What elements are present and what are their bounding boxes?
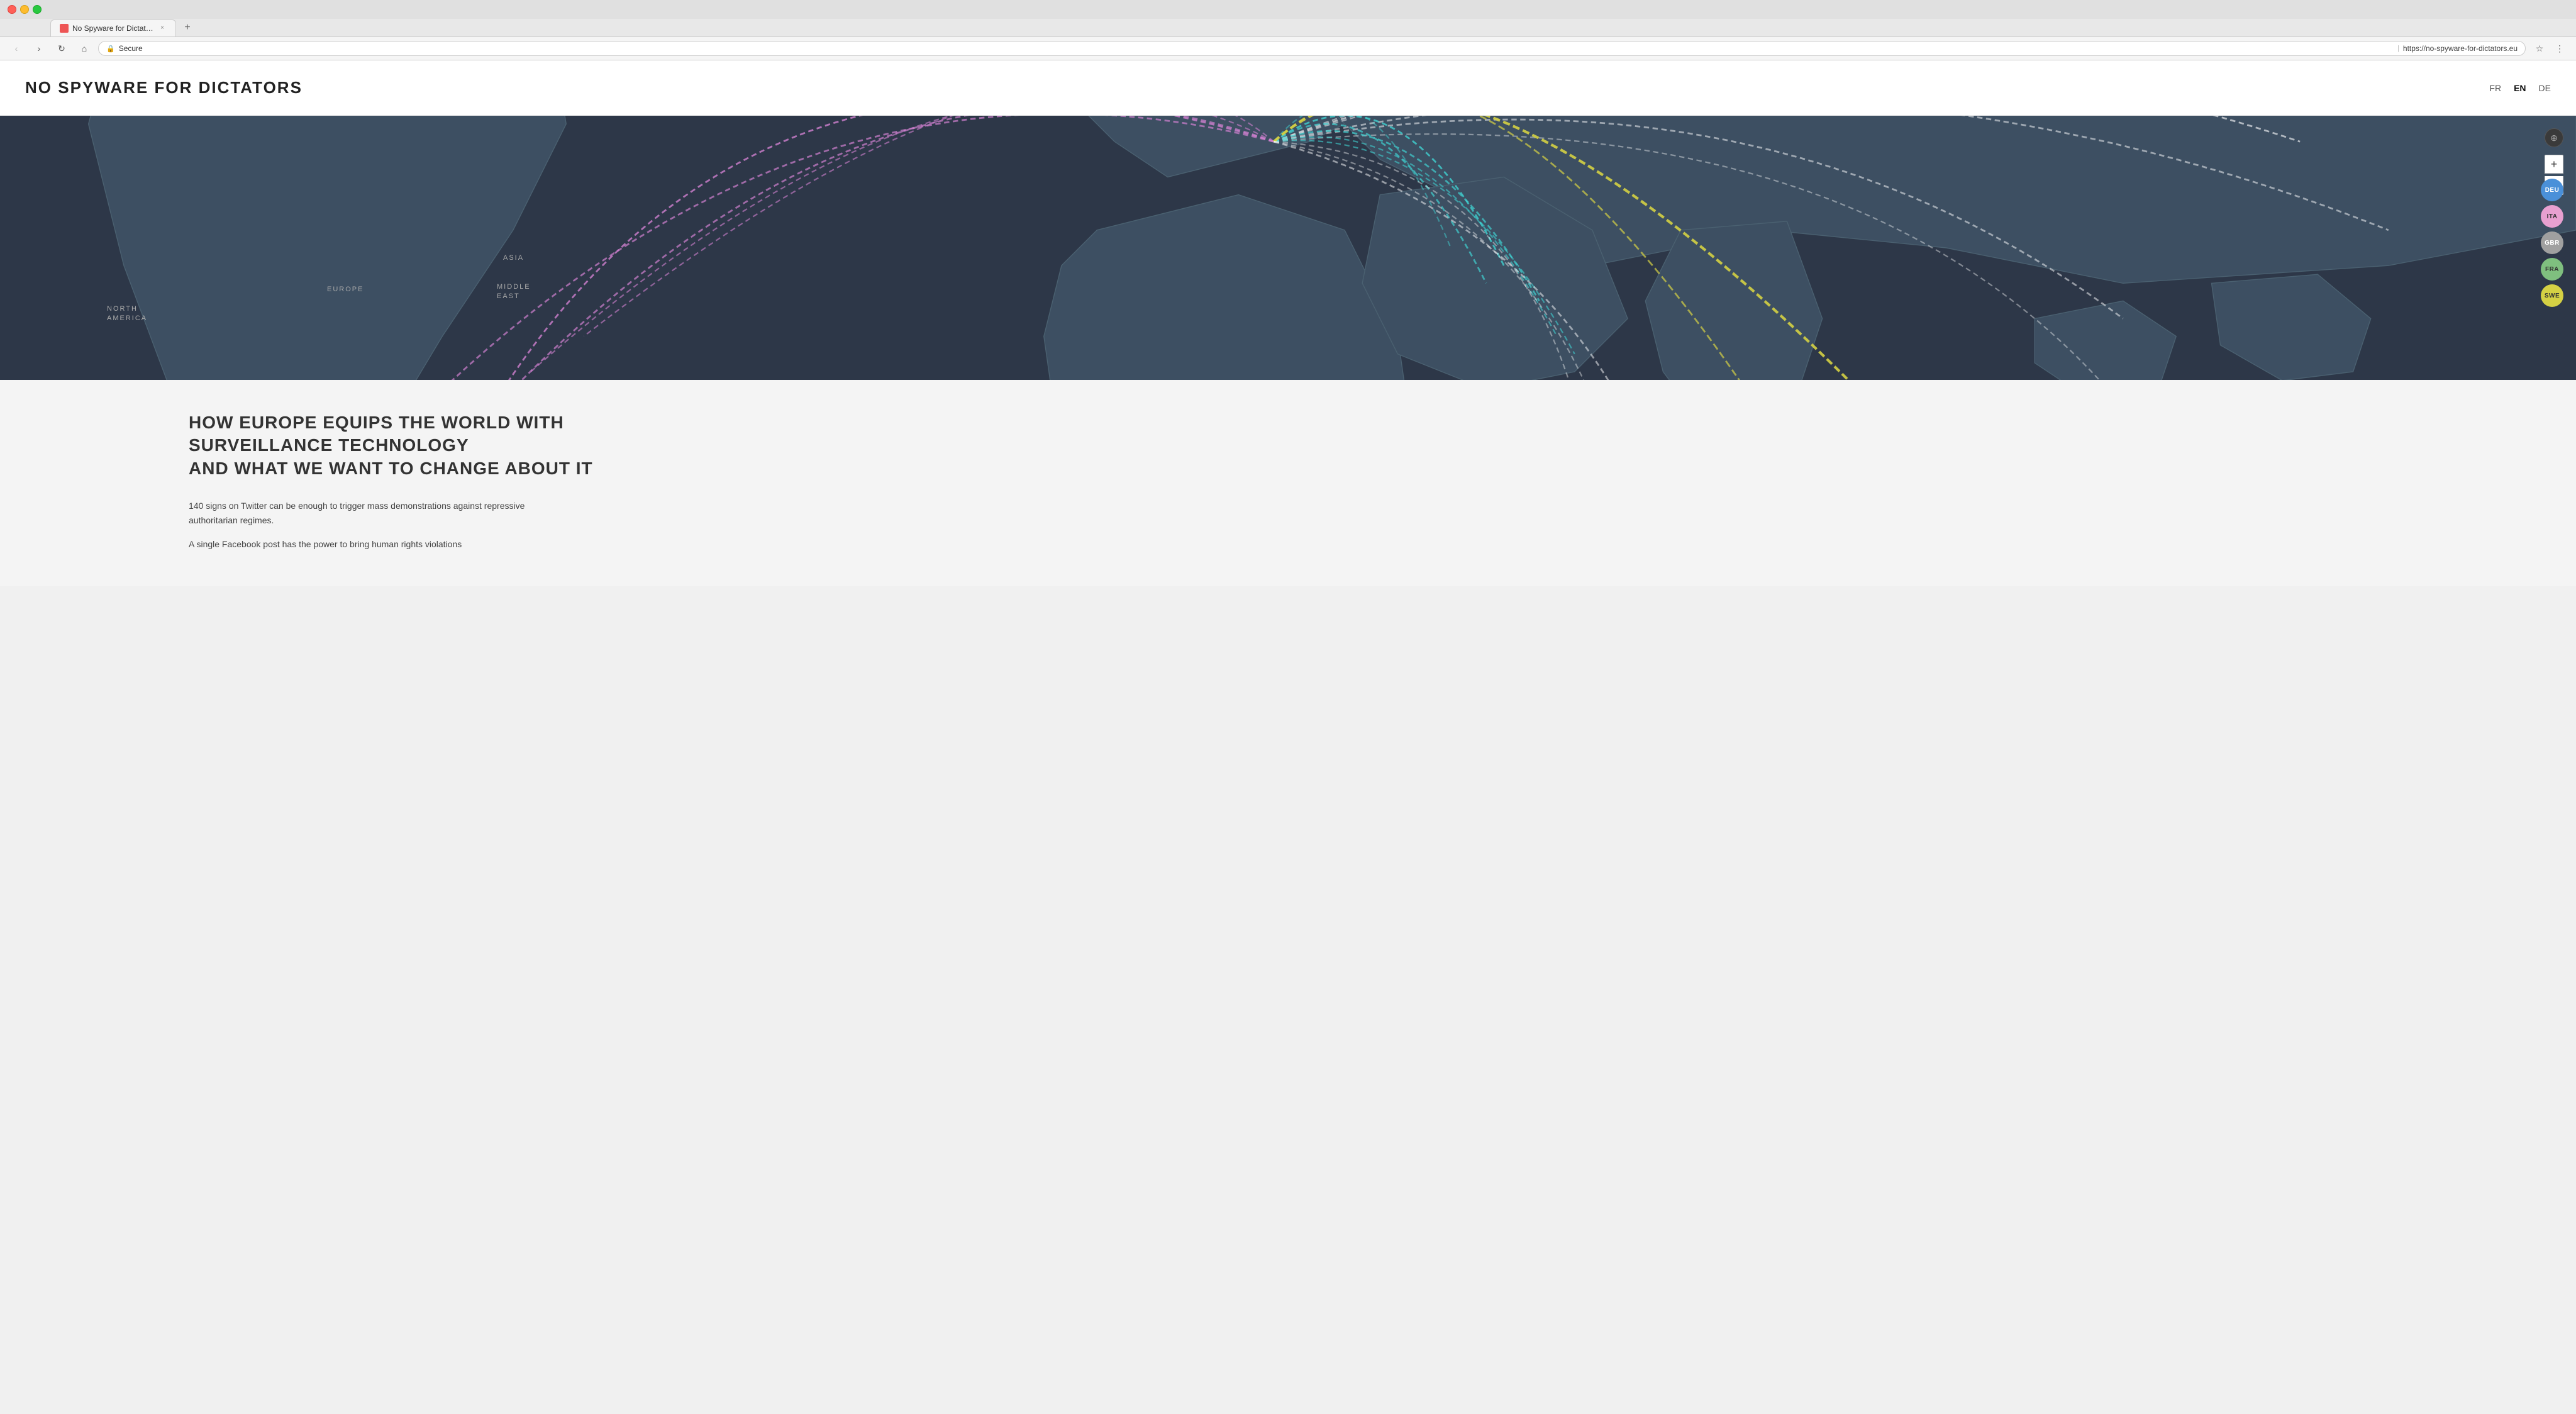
lang-en[interactable]: EN — [2514, 83, 2526, 93]
address-separator: | — [2397, 45, 2399, 52]
close-traffic-light[interactable] — [8, 5, 16, 14]
badge-swe[interactable]: SWE — [2541, 284, 2563, 307]
intro-paragraph-2: A single Facebook post has the power to … — [189, 537, 566, 551]
badge-deu[interactable]: DEU — [2541, 179, 2563, 201]
site-title: NO SPYWARE FOR DICTATORS — [25, 78, 303, 97]
label-asia: ASIA — [503, 254, 524, 262]
label-north-america: NORTHAMERICA — [107, 304, 147, 324]
zoom-in-button[interactable]: + — [2545, 155, 2563, 174]
address-bar[interactable]: 🔒 Secure | https://no-spyware-for-dictat… — [98, 41, 2526, 56]
title-bar — [0, 0, 2576, 19]
content-section: HOW EUROPE EQUIPS THE WORLD WITH SURVEIL… — [0, 380, 2576, 586]
minimize-traffic-light[interactable] — [20, 5, 29, 14]
badge-fra[interactable]: FRA — [2541, 258, 2563, 281]
tab-bar: No Spyware for Dictators × + — [0, 19, 2576, 36]
browser-chrome: No Spyware for Dictators × + ‹ › ↻ ⌂ 🔒 S… — [0, 0, 2576, 60]
language-nav: FR EN DE — [2489, 83, 2551, 93]
tab-favicon — [60, 24, 69, 33]
nav-right-icons: ☆ ⋮ — [2531, 40, 2568, 57]
secure-icon: 🔒 — [106, 45, 115, 53]
map-section: NORTHAMERICA EUROPE MIDDLEEAST ASIA ⊕ + … — [0, 116, 2576, 380]
badge-ita[interactable]: ITA — [2541, 205, 2563, 228]
new-tab-button[interactable]: + — [179, 19, 196, 36]
active-tab[interactable]: No Spyware for Dictators × — [50, 19, 176, 36]
lang-fr[interactable]: FR — [2489, 83, 2501, 93]
heading-line3: AND WHAT WE WANT TO CHANGE ABOUT IT — [189, 459, 593, 478]
tab-title: No Spyware for Dictators — [72, 24, 154, 33]
heading-line1: HOW EUROPE EQUIPS THE WORLD WITH — [189, 413, 564, 432]
label-europe: EUROPE — [327, 286, 364, 293]
site-header: NO SPYWARE FOR DICTATORS FR EN DE — [0, 60, 2576, 116]
home-button[interactable]: ⌂ — [75, 40, 93, 57]
compass-button[interactable]: ⊕ — [2545, 128, 2563, 147]
forward-button[interactable]: › — [30, 40, 48, 57]
maximize-traffic-light[interactable] — [33, 5, 42, 14]
nav-bar: ‹ › ↻ ⌂ 🔒 Secure | https://no-spyware-fo… — [0, 36, 2576, 60]
country-badges: DEU ITA GBR FRA SWE — [2541, 179, 2563, 307]
tab-close-button[interactable]: × — [158, 24, 167, 33]
address-url: https://no-spyware-for-dictators.eu — [2403, 44, 2518, 53]
intro-paragraph-1: 140 signs on Twitter can be enough to tr… — [189, 499, 566, 527]
heading-line2: SURVEILLANCE TECHNOLOGY — [189, 435, 469, 455]
lang-de[interactable]: DE — [2539, 83, 2551, 93]
star-button[interactable]: ☆ — [2531, 40, 2548, 57]
arc-lines-svg — [0, 116, 2576, 380]
menu-button[interactable]: ⋮ — [2551, 40, 2568, 57]
label-middle-east: MIDDLEEAST — [497, 282, 531, 302]
back-button[interactable]: ‹ — [8, 40, 25, 57]
traffic-lights — [8, 5, 42, 14]
main-heading: HOW EUROPE EQUIPS THE WORLD WITH SURVEIL… — [189, 411, 629, 480]
website: NO SPYWARE FOR DICTATORS FR EN DE — [0, 60, 2576, 586]
refresh-button[interactable]: ↻ — [53, 40, 70, 57]
badge-gbr[interactable]: GBR — [2541, 231, 2563, 254]
secure-label: Secure — [119, 44, 2394, 53]
